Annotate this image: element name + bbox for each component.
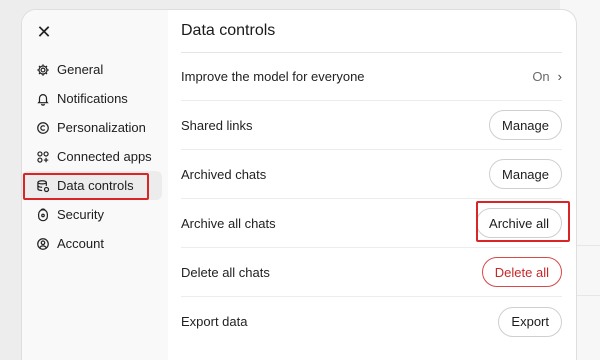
sidebar-item-label: Data controls	[57, 178, 134, 193]
database-icon	[36, 179, 50, 193]
close-icon[interactable]: ✕	[36, 23, 52, 41]
setting-row-shared-links: Shared links Manage	[181, 101, 562, 150]
sidebar-item-connected-apps[interactable]: Connected apps	[22, 142, 168, 171]
setting-label: Archive all chats	[181, 215, 276, 231]
sidebar-item-notifications[interactable]: Notifications	[22, 84, 168, 113]
setting-label: Shared links	[181, 117, 253, 133]
toggle-value: On	[532, 68, 550, 84]
sidebar-item-label: General	[57, 62, 104, 77]
archive-all-button[interactable]: Archive all	[476, 208, 562, 238]
chevron-right-icon: ›	[557, 68, 562, 84]
user-icon	[36, 237, 50, 251]
sidebar-item-label: Notifications	[57, 91, 128, 106]
sidebar-item-label: Security	[57, 207, 104, 222]
apps-icon	[36, 150, 50, 164]
gear-icon	[36, 63, 50, 77]
settings-dialog: ✕ General Notifications Personalization	[22, 10, 576, 360]
improve-model-toggle[interactable]: On ›	[532, 69, 562, 84]
delete-all-button[interactable]: Delete all	[481, 257, 562, 287]
settings-nav: General Notifications Personalization Co…	[22, 55, 168, 258]
export-data-button[interactable]: Export	[498, 306, 562, 337]
sidebar-item-label: Connected apps	[57, 149, 152, 164]
sidebar-item-personalization[interactable]: Personalization	[22, 113, 168, 142]
security-icon	[36, 207, 50, 222]
sidebar-item-label: Personalization	[57, 120, 146, 135]
setting-row-export-data: Export data Export	[181, 297, 562, 346]
manage-archived-chats-button[interactable]: Manage	[489, 159, 562, 189]
sidebar-item-account[interactable]: Account	[22, 229, 168, 258]
settings-content: Data controls Improve the model for ever…	[168, 10, 576, 360]
setting-label: Improve the model for everyone	[181, 68, 365, 84]
sidebar-item-data-controls[interactable]: Data controls	[22, 171, 162, 200]
sidebar-item-security[interactable]: Security	[22, 200, 168, 229]
settings-sidebar: ✕ General Notifications Personalization	[22, 10, 168, 360]
manage-shared-links-button[interactable]: Manage	[489, 110, 562, 140]
page-title: Data controls	[181, 22, 276, 39]
setting-row-archive-all: Archive all chats Archive all	[181, 199, 562, 248]
sidebar-item-label: Account	[57, 236, 104, 251]
setting-label: Archived chats	[181, 166, 267, 182]
sidebar-item-general[interactable]: General	[22, 55, 168, 84]
setting-label: Delete all chats	[181, 264, 270, 280]
setting-row-archived-chats: Archived chats Manage	[181, 150, 562, 199]
setting-row-delete-all: Delete all chats Delete all	[181, 248, 562, 297]
setting-label: Export data	[181, 314, 248, 329]
setting-row-improve-model: Improve the model for everyone On ›	[181, 52, 562, 101]
personalize-icon	[36, 121, 50, 135]
bell-icon	[36, 92, 50, 106]
